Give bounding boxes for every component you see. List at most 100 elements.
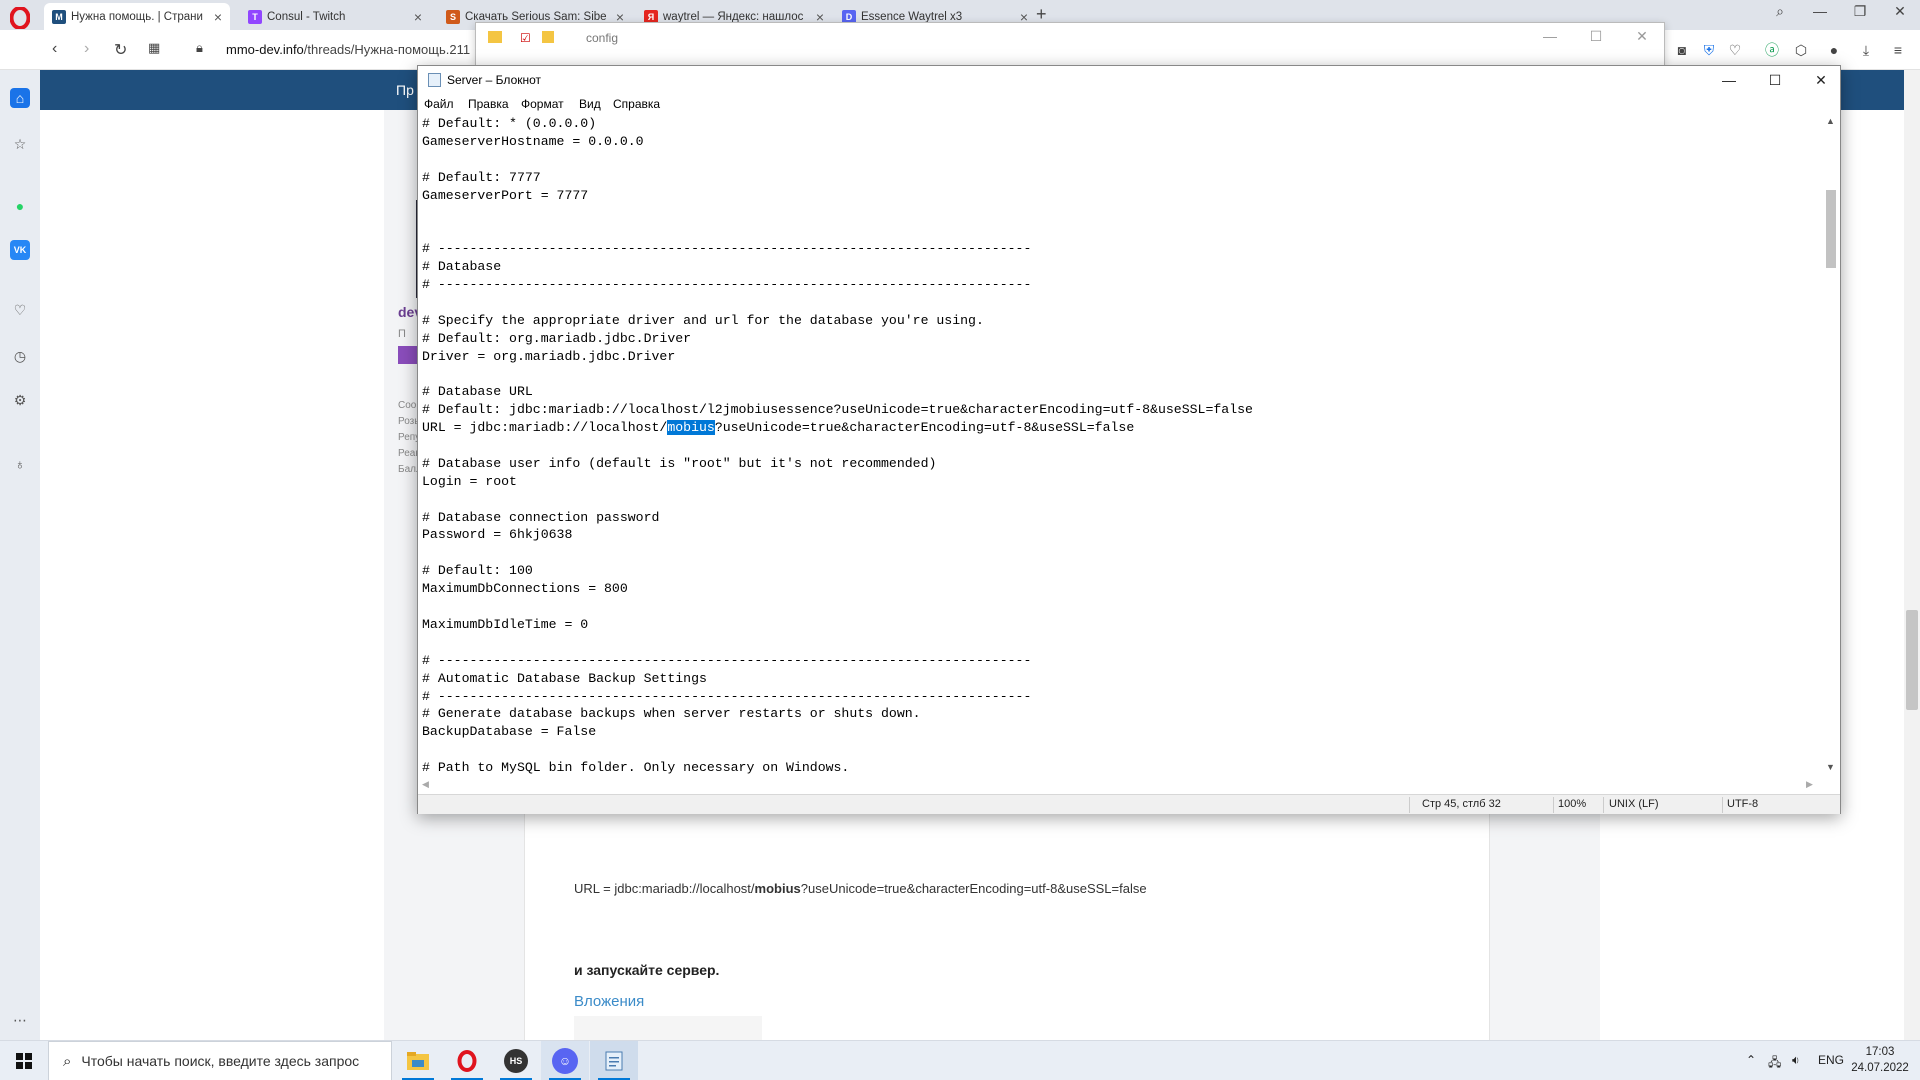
page-scrollbar-thumb[interactable]: [1906, 610, 1918, 710]
shield-icon[interactable]: ⛨: [1699, 40, 1719, 60]
camera-icon[interactable]: ◙: [1672, 40, 1692, 60]
extension-a-icon[interactable]: ⓐ: [1762, 40, 1782, 60]
notepad-window[interactable]: Server – Блокнот — ☐ ✕ Файл Правка Форма…: [417, 65, 1841, 814]
menu-view[interactable]: Вид: [579, 97, 601, 111]
home-icon[interactable]: ⌂: [10, 88, 30, 108]
clock-time[interactable]: 17:03: [1858, 1046, 1902, 1058]
opera-taskbar-icon[interactable]: [443, 1041, 491, 1080]
notepad-minimize-button[interactable]: —: [1706, 66, 1752, 94]
notepad-maximize-button[interactable]: ☐: [1752, 66, 1798, 94]
language-indicator[interactable]: ENG: [1818, 1053, 1844, 1067]
notepad-line: GameserverHostname = 0.0.0.0: [422, 133, 644, 149]
notepad-scroll-thumb[interactable]: [1826, 190, 1836, 268]
lightbulb-icon[interactable]: ♁: [10, 454, 30, 474]
notepad-menubar: Файл Правка Формат Вид Справка: [418, 94, 1840, 114]
menu-file[interactable]: Файл: [424, 97, 454, 111]
notepad-taskbar-icon[interactable]: [590, 1041, 638, 1080]
reload-icon[interactable]: ↻: [114, 40, 127, 60]
search-icon: ⌕: [63, 1052, 72, 1070]
post-code-suffix: ?useUnicode=true&characterEncoding=utf-8…: [800, 881, 1147, 896]
post-code-line: URL = jdbc:mariadb://localhost/mobius?us…: [574, 881, 1147, 896]
selected-text: mobius: [667, 420, 715, 436]
menu-edit[interactable]: Правка: [468, 97, 509, 111]
explorer-close-button[interactable]: ✕: [1622, 28, 1662, 45]
opera-logo-icon[interactable]: [6, 4, 34, 32]
history-icon[interactable]: ◷: [10, 346, 30, 366]
notepad-horizontal-scrollbar[interactable]: ◀ ▶: [418, 777, 1822, 794]
heart-icon[interactable]: ♡: [1725, 40, 1745, 60]
more-icon[interactable]: ⋯: [10, 1010, 30, 1030]
tab-close-icon[interactable]: ×: [214, 9, 222, 25]
tab-title: Скачать Serious Sam: Sibe: [465, 10, 607, 23]
profile-icon[interactable]: ●: [1824, 40, 1844, 60]
browser-tab[interactable]: T Consul - Twitch ×: [240, 3, 430, 30]
windows-start-icon[interactable]: [0, 1041, 48, 1080]
scroll-down-icon[interactable]: ▼: [1826, 762, 1835, 772]
explorer-maximize-button[interactable]: ☐: [1576, 28, 1616, 45]
url-field[interactable]: mmo-dev.info/threads/Нужна-помощь.211: [226, 42, 470, 57]
folder-icon: [488, 31, 502, 43]
tab-title: Essence Waytrel x3: [861, 10, 963, 23]
settings-icon[interactable]: ⚙: [10, 390, 30, 410]
url-path: /threads/Нужна-помощь.211: [303, 42, 471, 57]
opera-sidebar: ⌂ ☆ ● VK ♡ ◷ ⚙ ♁ ⋯: [0, 70, 40, 1040]
heart-sidebar-icon[interactable]: ♡: [10, 300, 30, 320]
scroll-right-icon[interactable]: ▶: [1806, 779, 1813, 790]
star-icon[interactable]: ☆: [10, 134, 30, 154]
hs-taskbar-icon[interactable]: HS: [492, 1041, 540, 1080]
notepad-line: [422, 222, 1822, 240]
status-zoom: 100%: [1558, 798, 1587, 810]
notepad-close-button[interactable]: ✕: [1798, 66, 1844, 94]
whatsapp-icon[interactable]: ●: [10, 196, 30, 216]
minimize-button[interactable]: —: [1800, 3, 1840, 19]
browser-search-icon[interactable]: ⌕: [1760, 3, 1800, 20]
notepad-line: # Default: org.mariadb.jdbc.Driver: [422, 330, 692, 346]
file-explorer-taskbar-icon[interactable]: [394, 1041, 442, 1080]
menu-help[interactable]: Справка: [613, 97, 660, 111]
notepad-line: [422, 544, 1822, 562]
scroll-left-icon[interactable]: ◀: [422, 779, 429, 790]
restore-button[interactable]: ❐: [1840, 3, 1880, 20]
status-separator: [1722, 797, 1723, 813]
forward-icon[interactable]: ›: [84, 40, 89, 58]
vk-icon[interactable]: VK: [10, 240, 30, 260]
explorer-minimize-button[interactable]: —: [1530, 28, 1570, 44]
notepad-titlebar[interactable]: Server – Блокнот — ☐ ✕: [418, 66, 1840, 94]
post-text: и запускайте сервер.: [574, 962, 720, 978]
download-icon[interactable]: ⤓: [1856, 40, 1876, 60]
tab-title: Нужна помощь. | Страни: [71, 10, 203, 23]
back-icon[interactable]: ‹: [52, 40, 57, 58]
tab-close-icon[interactable]: ×: [414, 9, 422, 25]
discord-taskbar-icon[interactable]: ☺: [541, 1041, 589, 1080]
page-scrollbar[interactable]: [1904, 70, 1920, 1040]
explorer-window[interactable]: ☑ config — ☐ ✕: [475, 22, 1665, 66]
tabs-grid-icon[interactable]: ▦: [148, 40, 160, 56]
tray-chevron-icon[interactable]: ⌃: [1746, 1053, 1756, 1067]
taskbar-search[interactable]: ⌕ Чтобы начать поиск, введите здесь запр…: [48, 1041, 392, 1080]
menu-format[interactable]: Формат: [521, 97, 564, 111]
status-separator: [1553, 797, 1554, 813]
scroll-up-icon[interactable]: ▲: [1826, 116, 1835, 126]
notepad-line: # Default: 100: [422, 563, 533, 579]
cube-icon[interactable]: ⬡: [1791, 40, 1811, 60]
notepad-line: # --------------------------------------…: [422, 688, 1032, 704]
notepad-line: # --------------------------------------…: [422, 652, 1032, 668]
volume-icon[interactable]: 🔉︎: [1792, 1053, 1800, 1068]
notepad-line: [422, 741, 1822, 759]
notepad-line: [422, 294, 1822, 312]
notepad-line: # Database: [422, 259, 502, 275]
menu-icon[interactable]: ≡: [1888, 40, 1908, 60]
notepad-line: MaximumDbConnections = 800: [422, 581, 628, 597]
notepad-line: GameserverPort = 7777: [422, 187, 589, 203]
network-icon[interactable]: 🖧︎: [1768, 1053, 1781, 1074]
notepad-line: [422, 365, 1822, 383]
clock-date[interactable]: 24.07.2022: [1848, 1062, 1912, 1074]
close-button[interactable]: ✕: [1880, 3, 1920, 20]
site-nav-item[interactable]: Пр: [396, 82, 414, 98]
browser-tab[interactable]: M Нужна помощь. | Страни ×: [44, 3, 230, 30]
post-code-bold: mobius: [754, 881, 801, 896]
notepad-line: # Database URL: [422, 384, 533, 400]
notepad-text-area[interactable]: # Default: * (0.0.0.0) GameserverHostname…: [422, 115, 1822, 775]
tab-title: Consul - Twitch: [267, 10, 346, 23]
status-separator: [1603, 797, 1604, 813]
